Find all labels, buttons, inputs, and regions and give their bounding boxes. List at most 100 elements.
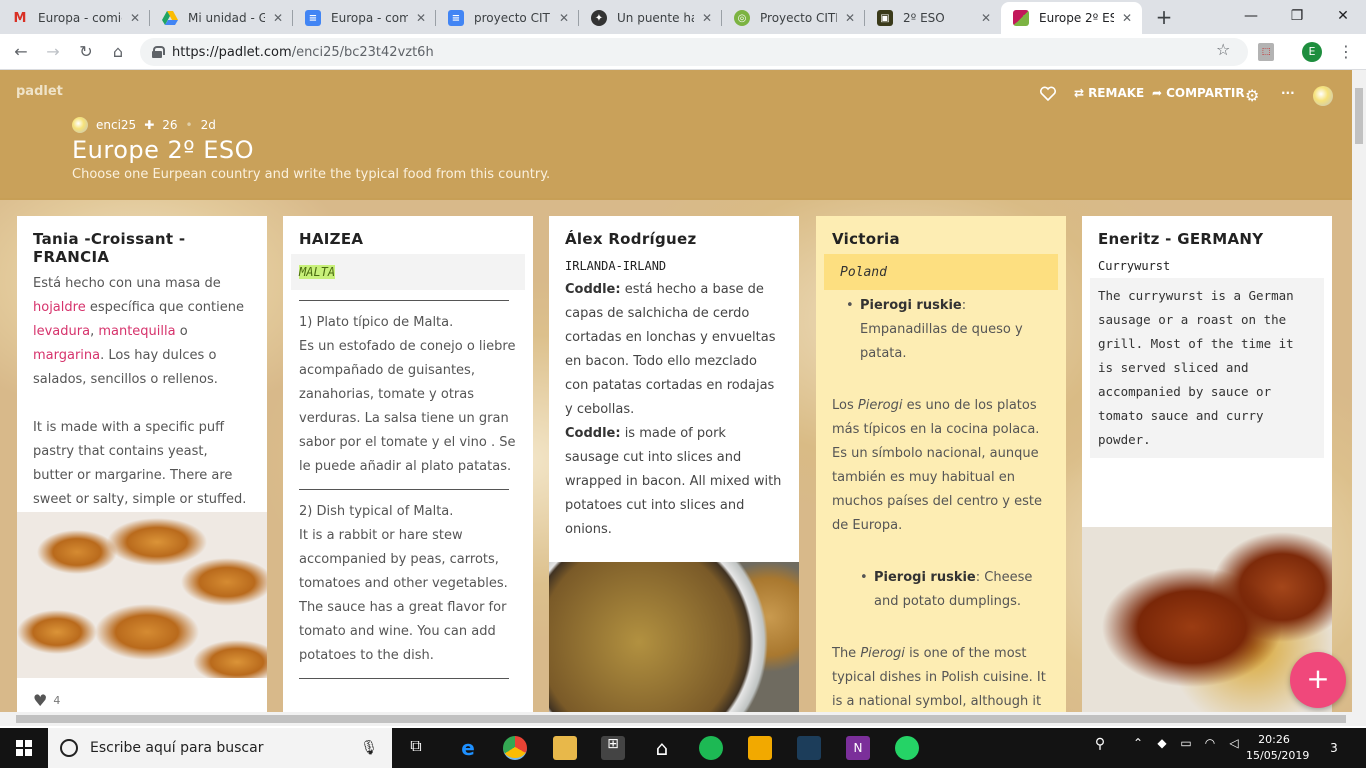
home-icon[interactable]: ⌂: [106, 40, 130, 64]
reload-icon[interactable]: ↻: [74, 40, 98, 64]
tab-europe-2-eso[interactable]: Europe 2º ESO ✕: [1001, 2, 1142, 34]
windows-taskbar: Escribe aquí para buscar 🎙 ⧉ e ⊞ ⌂ N ⚲ ⌃…: [0, 728, 1366, 768]
post-body: Currywurst: [1082, 254, 1332, 278]
country-block: Poland: [824, 254, 1058, 290]
tab-puente[interactable]: ✦ Un puente hac ✕: [579, 2, 722, 34]
vertical-scrollbar[interactable]: [1352, 70, 1366, 712]
like-heart-icon[interactable]: [1040, 86, 1056, 101]
volume-icon[interactable]: ◁: [1222, 736, 1246, 760]
onenote-icon[interactable]: N: [846, 736, 870, 760]
close-tab-icon[interactable]: ✕: [557, 11, 571, 25]
archive-app-icon[interactable]: [748, 736, 772, 760]
close-tab-icon[interactable]: ✕: [700, 11, 714, 25]
dot-separator: •: [185, 118, 193, 132]
post-text-en: It is a rabbit or hare stew accompanied …: [299, 528, 508, 663]
address-bar[interactable]: https://padlet.com/enci25/bc23t42vzt6h: [140, 38, 1248, 66]
post-title: Álex Rodríguez: [565, 230, 697, 248]
restore-button[interactable]: ❐: [1274, 4, 1320, 28]
store-icon[interactable]: ⊞: [601, 736, 625, 760]
author-avatar: [72, 117, 88, 133]
padlet-icon: [1013, 10, 1029, 26]
tab-drive[interactable]: Mi unidad - Go ✕: [150, 2, 293, 34]
close-tab-icon[interactable]: ✕: [1120, 11, 1134, 25]
taskbar-search[interactable]: Escribe aquí para buscar 🎙: [48, 728, 392, 768]
post-title: HAIZEA: [299, 230, 364, 248]
bookmark-star-icon[interactable]: ☆: [1216, 40, 1230, 59]
close-tab-icon[interactable]: ✕: [271, 11, 285, 25]
minimize-button[interactable]: —: [1228, 4, 1274, 28]
close-tab-icon[interactable]: ✕: [843, 11, 857, 25]
post-text-es: Los Pierogi es uno de los platos más típ…: [832, 398, 1042, 533]
windows-start-icon[interactable]: [0, 728, 48, 768]
file-explorer-icon[interactable]: [553, 736, 577, 760]
back-icon[interactable]: ←: [9, 40, 33, 64]
task-view-icon[interactable]: ⧉: [404, 736, 428, 760]
share-button[interactable]: ➦ COMPARTIR: [1152, 86, 1245, 100]
scroll-thumb[interactable]: [16, 715, 1346, 723]
cortana-icon: [60, 739, 78, 757]
forward-icon[interactable]: →: [41, 40, 65, 64]
remake-button[interactable]: ⇄ REMAKE: [1074, 86, 1144, 100]
post-card-eneritz[interactable]: Eneritz - GERMANY Currywurst The currywu…: [1082, 216, 1332, 712]
chevron-up-icon[interactable]: ⌃: [1126, 736, 1150, 760]
chrome-icon[interactable]: [503, 736, 527, 760]
close-tab-icon[interactable]: ✕: [414, 11, 428, 25]
notification-center-icon[interactable]: 3: [1322, 736, 1346, 760]
more-options-button[interactable]: ···: [1281, 86, 1295, 100]
post-card-tania[interactable]: Tania -Croissant - FRANCIA Está hecho co…: [17, 216, 267, 712]
country-line: IRLANDA-IRLAND: [565, 259, 667, 273]
post-card-victoria[interactable]: Victoria Poland • Pierogi ruskie: Empana…: [816, 216, 1066, 712]
croissant-photo[interactable]: [17, 512, 267, 678]
people-icon[interactable]: ⚲: [1088, 736, 1112, 760]
home-app-icon[interactable]: ⌂: [650, 736, 674, 760]
pdf-extension-icon[interactable]: ⬚: [1258, 43, 1274, 61]
whatsapp-icon[interactable]: [895, 736, 919, 760]
close-window-button[interactable]: ✕: [1320, 4, 1366, 28]
scroll-thumb[interactable]: [1355, 88, 1363, 144]
link-hojaldre[interactable]: hojaldre: [33, 300, 86, 315]
user-avatar[interactable]: [1313, 86, 1333, 106]
url-text[interactable]: https://padlet.com/enci25/bc23t42vzt6h: [172, 45, 434, 60]
add-post-button[interactable]: +: [1290, 652, 1346, 708]
tab-proyecto-cite[interactable]: ◎ Proyecto CITE ✕: [722, 2, 865, 34]
app-icon[interactable]: [797, 736, 821, 760]
edge-icon[interactable]: e: [456, 736, 480, 760]
tab-docs-europa[interactable]: ≡ Europa - comic ✕: [293, 2, 436, 34]
site-icon: ◎: [734, 10, 750, 26]
horizontal-scrollbar[interactable]: [0, 712, 1366, 726]
browser-tab-strip: M Europa - comic ✕ Mi unidad - Go ✕ ≡ Eu…: [0, 0, 1366, 34]
new-tab-button[interactable]: +: [1152, 6, 1176, 28]
post-likes[interactable]: ♥ 4: [33, 691, 60, 710]
coddle-photo[interactable]: [549, 562, 799, 712]
link-levadura[interactable]: levadura: [33, 324, 90, 339]
battery-icon[interactable]: ▭: [1174, 736, 1198, 760]
padlet-meta: enci25 ✚ 26 • 2d: [72, 117, 224, 133]
post-body: 1) Plato típico de Malta. Es un estofado…: [283, 300, 533, 679]
dropbox-icon[interactable]: ◆: [1150, 736, 1174, 760]
browser-menu-icon[interactable]: ⋮: [1336, 42, 1356, 61]
profile-avatar[interactable]: E: [1302, 42, 1322, 62]
post-body: IRLANDA-IRLAND Coddle: está hecho a base…: [549, 254, 799, 542]
divider: [299, 678, 509, 679]
gmail-icon: M: [13, 10, 27, 26]
close-tab-icon[interactable]: ✕: [128, 11, 142, 25]
link-margarina[interactable]: margarina: [33, 348, 100, 363]
tab-2-eso[interactable]: ▣ 2º ESO ✕: [865, 2, 1001, 34]
spotify-icon[interactable]: [699, 736, 723, 760]
author-name[interactable]: enci25: [96, 118, 136, 132]
docs-icon: ≡: [305, 10, 321, 26]
settings-gear-icon[interactable]: ⚙: [1245, 86, 1259, 105]
system-clock[interactable]: 20:26 15/05/2019: [1246, 732, 1309, 764]
microphone-icon[interactable]: 🎙: [360, 740, 378, 756]
post-card-alex[interactable]: Álex Rodríguez IRLANDA-IRLAND Coddle: es…: [549, 216, 799, 712]
wifi-icon[interactable]: ◠: [1198, 736, 1222, 760]
post-text-es: Es un estofado de conejo o liebre acompa…: [299, 339, 516, 474]
tab-docs-proyecto[interactable]: ≡ proyecto CITE ✕: [436, 2, 579, 34]
post-card-haizea[interactable]: HAIZEA MALTA 1) Plato típico de Malta. E…: [283, 216, 533, 712]
close-tab-icon[interactable]: ✕: [979, 11, 993, 25]
tab-gmail[interactable]: M Europa - comic ✕: [0, 2, 150, 34]
padlet-header: padlet ⇄ REMAKE ➦ COMPARTIR ⚙ ··· enci25…: [0, 70, 1352, 198]
link-mantequilla[interactable]: mantequilla: [98, 324, 175, 339]
heart-icon[interactable]: ♥: [33, 691, 47, 710]
padlet-logo[interactable]: padlet: [16, 84, 63, 99]
